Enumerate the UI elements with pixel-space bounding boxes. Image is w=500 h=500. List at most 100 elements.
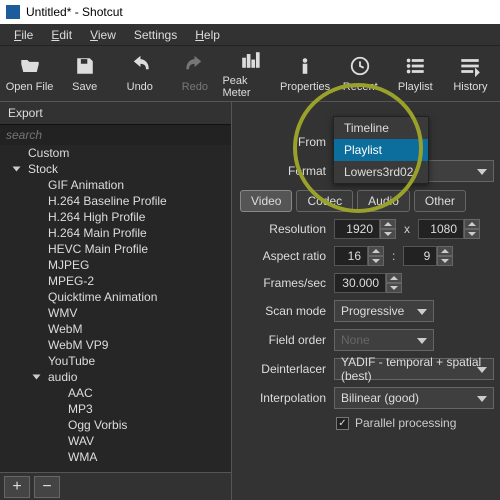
menu-view[interactable]: View <box>82 26 124 44</box>
search-input[interactable] <box>0 125 231 145</box>
tree-item[interactable]: WebM <box>0 321 231 337</box>
spin-up-icon[interactable] <box>437 246 453 256</box>
chevron-down-icon <box>477 169 487 175</box>
tree-item[interactable]: Quicktime Animation <box>0 289 231 305</box>
tree-item[interactable]: GIF Animation <box>0 177 231 193</box>
tree-item[interactable]: WMV <box>0 305 231 321</box>
tree-item[interactable]: WebM VP9 <box>0 337 231 353</box>
open-file-button[interactable]: Open File <box>2 48 57 100</box>
scan-dropdown[interactable]: Progressive <box>334 300 434 322</box>
spin-up-icon[interactable] <box>386 273 402 283</box>
preset-footer: + − <box>0 472 231 500</box>
spin-down-icon[interactable] <box>380 229 396 239</box>
tab-other[interactable]: Other <box>414 190 466 212</box>
deint-value: YADIF - temporal + spatial (best) <box>341 355 487 383</box>
tree-item[interactable]: AAC <box>0 385 231 401</box>
menu-edit[interactable]: Edit <box>43 26 80 44</box>
times-label: x <box>404 222 410 236</box>
tree-item[interactable]: H.264 High Profile <box>0 209 231 225</box>
interp-value: Bilinear (good) <box>341 391 419 405</box>
tab-video[interactable]: Video <box>240 190 292 212</box>
tree-item[interactable]: Ogg Vorbis <box>0 417 231 433</box>
properties-button[interactable]: Properties <box>278 48 333 100</box>
aspect-a[interactable]: 16 <box>334 246 368 266</box>
spin-down-icon[interactable] <box>386 283 402 293</box>
tree-item[interactable]: WMA <box>0 449 231 465</box>
playlist-label: Playlist <box>398 81 433 93</box>
interp-label: Interpolation <box>240 391 326 405</box>
tree-item-custom[interactable]: Custom <box>0 145 231 161</box>
spin-up-icon[interactable] <box>464 219 480 229</box>
tree-item[interactable]: MPEG-2 <box>0 273 231 289</box>
tree-item[interactable]: H.264 Main Profile <box>0 225 231 241</box>
aspect-label: Aspect ratio <box>240 249 326 263</box>
height-value[interactable]: 1080 <box>418 219 464 239</box>
scan-value: Progressive <box>341 304 404 318</box>
save-button[interactable]: Save <box>57 48 112 100</box>
chevron-down-icon <box>477 367 487 373</box>
width-value[interactable]: 1920 <box>334 219 380 239</box>
deint-dropdown[interactable]: YADIF - temporal + spatial (best) <box>334 358 494 380</box>
peak-meter-icon <box>239 49 261 71</box>
recent-button[interactable]: Recent <box>333 48 388 100</box>
colon-label: : <box>392 249 395 263</box>
tree-item[interactable]: MP3 <box>0 401 231 417</box>
from-label: From <box>240 135 326 149</box>
interp-dropdown[interactable]: Bilinear (good) <box>334 387 494 409</box>
tree-item[interactable]: H.264 Baseline Profile <box>0 193 231 209</box>
tree-item-audio[interactable]: audio <box>0 369 231 385</box>
from-lowers[interactable]: Lowers3rd02 <box>334 161 428 183</box>
aspect-b[interactable]: 9 <box>403 246 437 266</box>
tab-audio[interactable]: Audio <box>357 190 410 212</box>
menu-file[interactable]: File <box>6 26 41 44</box>
chevron-down-icon <box>477 396 487 402</box>
menu-help[interactable]: Help <box>187 26 228 44</box>
history-icon <box>459 55 481 77</box>
save-icon <box>74 55 96 77</box>
tree-item[interactable]: YouTube <box>0 353 231 369</box>
width-spinner[interactable]: 1920 <box>334 219 396 239</box>
spin-up-icon[interactable] <box>368 246 384 256</box>
history-button[interactable]: History <box>443 48 498 100</box>
field-dropdown: None <box>334 329 434 351</box>
tree-item[interactable]: WAV <box>0 433 231 449</box>
aspect-b-spinner[interactable]: 9 <box>403 246 453 266</box>
remove-preset-button[interactable]: − <box>34 476 60 498</box>
playlist-button[interactable]: Playlist <box>388 48 443 100</box>
undo-button[interactable]: Undo <box>112 48 167 100</box>
open-label: Open File <box>6 81 54 93</box>
height-spinner[interactable]: 1080 <box>418 219 480 239</box>
from-playlist[interactable]: Playlist <box>334 139 428 161</box>
tree-item-stock[interactable]: Stock <box>0 161 231 177</box>
peak-meter-button[interactable]: Peak Meter <box>222 48 277 100</box>
parallel-checkbox[interactable]: ✓ Parallel processing <box>336 416 494 430</box>
app-logo-icon <box>6 5 20 19</box>
redo-label: Redo <box>182 81 208 93</box>
save-label: Save <box>72 81 97 93</box>
spin-down-icon[interactable] <box>437 256 453 266</box>
fps-value[interactable]: 30.000 <box>334 273 386 293</box>
fps-label: Frames/sec <box>240 276 326 290</box>
add-preset-button[interactable]: + <box>4 476 30 498</box>
tree-item[interactable]: MJPEG <box>0 257 231 273</box>
spin-down-icon[interactable] <box>464 229 480 239</box>
chevron-down-icon <box>417 309 427 315</box>
preset-tree[interactable]: Custom Stock GIF Animation H.264 Baselin… <box>0 145 231 472</box>
undo-icon <box>129 55 151 77</box>
history-label: History <box>453 81 487 93</box>
aspect-a-spinner[interactable]: 16 <box>334 246 384 266</box>
field-value: None <box>341 333 370 347</box>
settings-tabs: Video Codec Audio Other <box>240 190 494 212</box>
spin-down-icon[interactable] <box>368 256 384 266</box>
menu-settings[interactable]: Settings <box>126 26 185 44</box>
redo-button[interactable]: Redo <box>167 48 222 100</box>
resolution-label: Resolution <box>240 222 326 236</box>
export-panel: Export Custom Stock GIF Animation H.264 … <box>0 102 232 500</box>
tree-item[interactable]: HEVC Main Profile <box>0 241 231 257</box>
chevron-down-icon <box>417 338 427 344</box>
spin-up-icon[interactable] <box>380 219 396 229</box>
peak-label: Peak Meter <box>222 75 277 99</box>
tab-codec[interactable]: Codec <box>296 190 353 212</box>
fps-spinner[interactable]: 30.000 <box>334 273 402 293</box>
from-timeline[interactable]: Timeline <box>334 117 428 139</box>
